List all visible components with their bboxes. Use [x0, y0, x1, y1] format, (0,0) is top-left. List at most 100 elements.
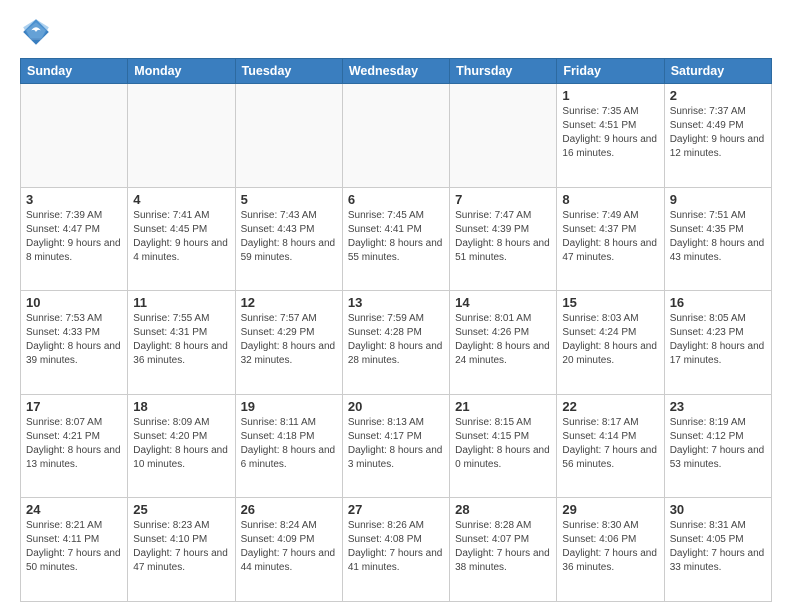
calendar-cell: 16Sunrise: 8:05 AM Sunset: 4:23 PM Dayli… [664, 291, 771, 395]
calendar-cell: 8 Sunrise: 7:49 AM Sunset: 4:37 PM Daylig… [557, 187, 664, 291]
day-number: 10 [26, 295, 122, 310]
calendar-cell: 15 Sunrise: 8:03 AM Sunset: 4:24 PM Dayli… [557, 291, 664, 395]
day-number: 9 [670, 192, 766, 207]
calendar-cell [450, 84, 557, 188]
col-header-wednesday: Wednesday [342, 59, 449, 84]
day-info: Sunrise: 8:11 AM Sunset: 4:18 PM Dayligh… [241, 416, 337, 472]
calendar-cell: 22 Sunrise: 8:17 AM Sunset: 4:14 PM Dayli… [557, 394, 664, 498]
calendar-cell [235, 84, 342, 188]
header [20, 16, 772, 48]
calendar-cell [128, 84, 235, 188]
day-number: 3 [26, 192, 122, 207]
day-number: 16 [670, 295, 766, 310]
day-info: Sunrise: 8:07 AM Sunset: 4:21 PM Dayligh… [26, 416, 122, 472]
day-number: 11 [133, 295, 229, 310]
col-header-friday: Friday [557, 59, 664, 84]
day-number: 18 [133, 399, 229, 414]
day-number: 12 [241, 295, 337, 310]
week-row-5: 24 Sunrise: 8:21 AM Sunset: 4:11 PM Dayli… [21, 498, 772, 602]
day-number: 22 [562, 399, 658, 414]
calendar-cell: 20Sunrise: 8:13 AM Sunset: 4:17 PM Dayli… [342, 394, 449, 498]
calendar-cell: 6 Sunrise: 7:45 AM Sunset: 4:41 PM Daylig… [342, 187, 449, 291]
day-number: 6 [348, 192, 444, 207]
week-row-3: 10 Sunrise: 7:53 AM Sunset: 4:33 PM Dayli… [21, 291, 772, 395]
day-number: 20 [348, 399, 444, 414]
calendar-cell: 10 Sunrise: 7:53 AM Sunset: 4:33 PM Dayli… [21, 291, 128, 395]
calendar-cell: 1 Sunrise: 7:35 AM Sunset: 4:51 PM Daylig… [557, 84, 664, 188]
day-number: 15 [562, 295, 658, 310]
day-number: 8 [562, 192, 658, 207]
calendar-cell: 9 Sunrise: 7:51 AM Sunset: 4:35 PM Daylig… [664, 187, 771, 291]
calendar-cell: 2Sunrise: 7:37 AM Sunset: 4:49 PM Daylig… [664, 84, 771, 188]
calendar-cell: 3Sunrise: 7:39 AM Sunset: 4:47 PM Daylig… [21, 187, 128, 291]
calendar-cell: 5Sunrise: 7:43 AM Sunset: 4:43 PM Daylig… [235, 187, 342, 291]
page: SundayMondayTuesdayWednesdayThursdayFrid… [0, 0, 792, 612]
day-number: 4 [133, 192, 229, 207]
calendar-cell: 18 Sunrise: 8:09 AM Sunset: 4:20 PM Dayli… [128, 394, 235, 498]
day-number: 1 [562, 88, 658, 103]
day-info: Sunrise: 8:24 AM Sunset: 4:09 PM Dayligh… [241, 519, 337, 575]
day-number: 2 [670, 88, 766, 103]
day-number: 14 [455, 295, 551, 310]
day-info: Sunrise: 8:26 AM Sunset: 4:08 PM Dayligh… [348, 519, 444, 575]
calendar-cell: 17 Sunrise: 8:07 AM Sunset: 4:21 PM Dayli… [21, 394, 128, 498]
day-info: Sunrise: 7:51 AM Sunset: 4:35 PM Dayligh… [670, 209, 766, 265]
day-number: 21 [455, 399, 551, 414]
calendar-cell: 11 Sunrise: 7:55 AM Sunset: 4:31 PM Dayli… [128, 291, 235, 395]
day-info: Sunrise: 8:30 AM Sunset: 4:06 PM Dayligh… [562, 519, 658, 575]
col-header-saturday: Saturday [664, 59, 771, 84]
day-number: 26 [241, 502, 337, 517]
calendar-cell: 27 Sunrise: 8:26 AM Sunset: 4:08 PM Dayli… [342, 498, 449, 602]
calendar-cell: 14Sunrise: 8:01 AM Sunset: 4:26 PM Dayli… [450, 291, 557, 395]
day-number: 25 [133, 502, 229, 517]
day-info: Sunrise: 8:03 AM Sunset: 4:24 PM Dayligh… [562, 312, 658, 368]
calendar-cell: 23 Sunrise: 8:19 AM Sunset: 4:12 PM Dayli… [664, 394, 771, 498]
col-header-monday: Monday [128, 59, 235, 84]
day-info: Sunrise: 7:45 AM Sunset: 4:41 PM Dayligh… [348, 209, 444, 265]
day-info: Sunrise: 8:31 AM Sunset: 4:05 PM Dayligh… [670, 519, 766, 575]
calendar-cell: 29 Sunrise: 8:30 AM Sunset: 4:06 PM Dayli… [557, 498, 664, 602]
calendar-cell: 19 Sunrise: 8:11 AM Sunset: 4:18 PM Dayli… [235, 394, 342, 498]
calendar-header: SundayMondayTuesdayWednesdayThursdayFrid… [21, 59, 772, 84]
col-header-sunday: Sunday [21, 59, 128, 84]
day-info: Sunrise: 7:35 AM Sunset: 4:51 PM Dayligh… [562, 105, 658, 161]
day-number: 27 [348, 502, 444, 517]
calendar-cell: 25 Sunrise: 8:23 AM Sunset: 4:10 PM Dayli… [128, 498, 235, 602]
calendar-cell: 28 Sunrise: 8:28 AM Sunset: 4:07 PM Dayli… [450, 498, 557, 602]
calendar-table: SundayMondayTuesdayWednesdayThursdayFrid… [20, 58, 772, 602]
day-number: 24 [26, 502, 122, 517]
day-number: 29 [562, 502, 658, 517]
calendar-cell: 4 Sunrise: 7:41 AM Sunset: 4:45 PM Daylig… [128, 187, 235, 291]
calendar-cell: 13Sunrise: 7:59 AM Sunset: 4:28 PM Dayli… [342, 291, 449, 395]
day-info: Sunrise: 7:53 AM Sunset: 4:33 PM Dayligh… [26, 312, 122, 368]
calendar-cell [21, 84, 128, 188]
col-header-tuesday: Tuesday [235, 59, 342, 84]
day-info: Sunrise: 7:49 AM Sunset: 4:37 PM Dayligh… [562, 209, 658, 265]
day-info: Sunrise: 7:41 AM Sunset: 4:45 PM Dayligh… [133, 209, 229, 265]
day-info: Sunrise: 8:09 AM Sunset: 4:20 PM Dayligh… [133, 416, 229, 472]
day-number: 30 [670, 502, 766, 517]
calendar-body: 1 Sunrise: 7:35 AM Sunset: 4:51 PM Daylig… [21, 84, 772, 602]
calendar-cell [342, 84, 449, 188]
logo [20, 16, 56, 48]
day-info: Sunrise: 8:19 AM Sunset: 4:12 PM Dayligh… [670, 416, 766, 472]
day-number: 28 [455, 502, 551, 517]
day-info: Sunrise: 8:21 AM Sunset: 4:11 PM Dayligh… [26, 519, 122, 575]
day-info: Sunrise: 8:17 AM Sunset: 4:14 PM Dayligh… [562, 416, 658, 472]
header-row: SundayMondayTuesdayWednesdayThursdayFrid… [21, 59, 772, 84]
day-info: Sunrise: 7:55 AM Sunset: 4:31 PM Dayligh… [133, 312, 229, 368]
week-row-4: 17 Sunrise: 8:07 AM Sunset: 4:21 PM Dayli… [21, 394, 772, 498]
day-number: 13 [348, 295, 444, 310]
week-row-1: 1 Sunrise: 7:35 AM Sunset: 4:51 PM Daylig… [21, 84, 772, 188]
day-number: 17 [26, 399, 122, 414]
day-info: Sunrise: 7:43 AM Sunset: 4:43 PM Dayligh… [241, 209, 337, 265]
day-number: 19 [241, 399, 337, 414]
calendar-cell: 24 Sunrise: 8:21 AM Sunset: 4:11 PM Dayli… [21, 498, 128, 602]
day-info: Sunrise: 8:23 AM Sunset: 4:10 PM Dayligh… [133, 519, 229, 575]
calendar-cell: 12Sunrise: 7:57 AM Sunset: 4:29 PM Dayli… [235, 291, 342, 395]
week-row-2: 3Sunrise: 7:39 AM Sunset: 4:47 PM Daylig… [21, 187, 772, 291]
day-number: 23 [670, 399, 766, 414]
day-info: Sunrise: 8:15 AM Sunset: 4:15 PM Dayligh… [455, 416, 551, 472]
day-info: Sunrise: 8:28 AM Sunset: 4:07 PM Dayligh… [455, 519, 551, 575]
day-info: Sunrise: 7:47 AM Sunset: 4:39 PM Dayligh… [455, 209, 551, 265]
